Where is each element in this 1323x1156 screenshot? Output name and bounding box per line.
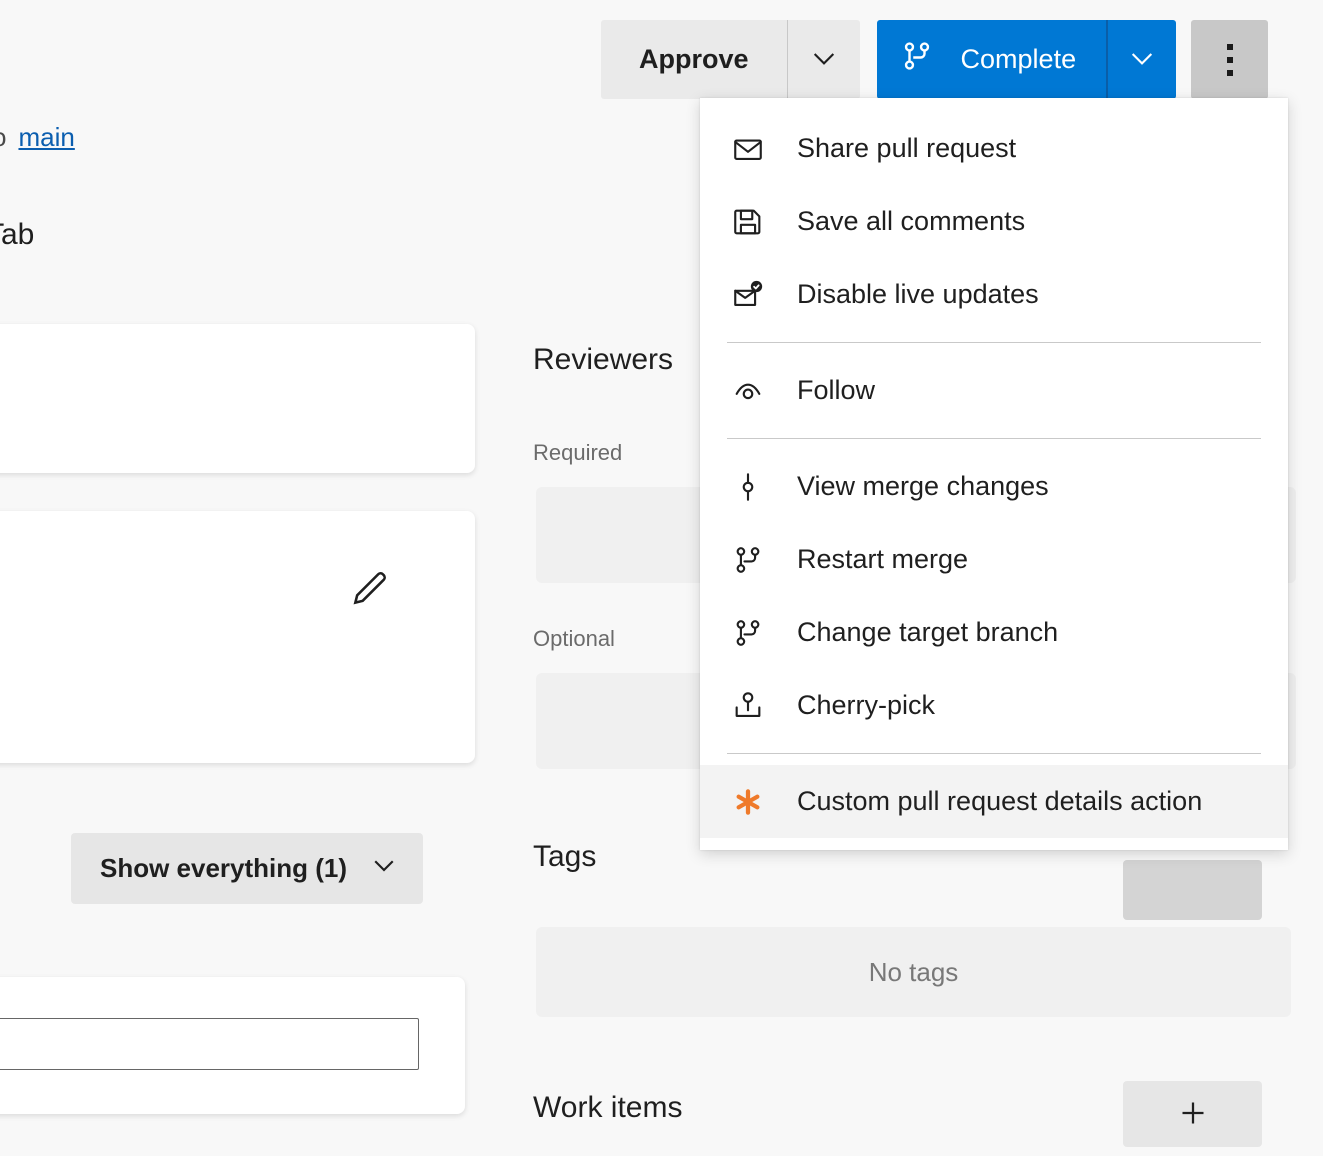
menu-item-view-merge-changes[interactable]: View merge changes <box>700 450 1288 523</box>
show-everything-dropdown[interactable]: Show everything (1) <box>71 833 423 904</box>
kebab-dot <box>1227 70 1233 76</box>
menu-item-custom-pull-request-details-action[interactable]: Custom pull request details action <box>700 765 1288 838</box>
chevron-down-icon <box>1126 42 1158 77</box>
complete-split-button: Complete <box>877 20 1177 99</box>
branch-icon <box>899 38 935 81</box>
menu-item-label: Disable live updates <box>797 279 1039 310</box>
menu-separator <box>727 342 1261 343</box>
menu-separator <box>727 753 1261 754</box>
menu-item-label: Share pull request <box>797 133 1016 164</box>
branch-icon <box>729 541 767 579</box>
save-icon <box>729 203 767 241</box>
menu-item-label: Follow <box>797 375 875 406</box>
pencil-icon[interactable] <box>348 566 392 610</box>
kebab-dot <box>1227 44 1233 50</box>
complete-button-label: Complete <box>961 44 1077 75</box>
required-reviewers-label: Required <box>533 440 622 466</box>
work-items-heading: Work items <box>533 1091 682 1125</box>
mail-icon <box>729 130 767 168</box>
target-branch-link[interactable]: main <box>18 122 74 153</box>
menu-item-change-target-branch[interactable]: Change target branch <box>700 596 1288 669</box>
pull-request-page: o main Tab Show everything (1) Reviewers… <box>0 0 1323 1156</box>
menu-item-label: Save all comments <box>797 206 1025 237</box>
asterisk-icon <box>729 783 767 821</box>
menu-item-label: Change target branch <box>797 617 1058 648</box>
content-card-top <box>0 324 475 473</box>
pr-action-toolbar: Approve <box>601 20 1268 99</box>
branch-icon <box>729 614 767 652</box>
menu-item-label: Cherry-pick <box>797 690 935 721</box>
complete-dropdown-toggle[interactable] <box>1106 20 1176 99</box>
show-everything-label: Show everything (1) <box>100 853 347 884</box>
menu-separator <box>727 438 1261 439</box>
plus-icon <box>1175 1095 1211 1134</box>
chevron-down-icon <box>808 42 840 77</box>
menu-item-label: Custom pull request details action <box>797 786 1202 817</box>
pr-overflow-menu: Share pull request Save all comments Disab… <box>700 98 1288 850</box>
reviewers-heading: Reviewers <box>533 343 673 377</box>
comment-input[interactable] <box>0 1018 419 1070</box>
approve-button[interactable]: Approve <box>601 20 787 99</box>
tags-heading: Tags <box>533 840 596 874</box>
complete-button[interactable]: Complete <box>877 20 1107 99</box>
tab-label: Tab <box>0 218 34 252</box>
optional-reviewers-label: Optional <box>533 626 615 652</box>
no-tags-message: No tags <box>536 927 1291 1017</box>
approve-split-button: Approve <box>601 20 860 99</box>
kebab-dot <box>1227 57 1233 63</box>
content-card-middle <box>0 511 475 763</box>
approve-dropdown-toggle[interactable] <box>787 20 860 99</box>
menu-item-label: Restart merge <box>797 544 968 575</box>
merge-prefix-text: o <box>0 122 6 153</box>
mail-refresh-icon <box>729 276 767 314</box>
more-options-button[interactable] <box>1191 20 1268 99</box>
merge-target-line: o main <box>0 122 75 153</box>
commit-icon <box>729 468 767 506</box>
eye-icon <box>729 372 767 410</box>
menu-item-follow[interactable]: Follow <box>700 354 1288 427</box>
add-tag-button[interactable] <box>1123 860 1262 920</box>
menu-item-save-all-comments[interactable]: Save all comments <box>700 185 1288 258</box>
menu-item-share-pull-request[interactable]: Share pull request <box>700 112 1288 185</box>
menu-item-restart-merge[interactable]: Restart merge <box>700 523 1288 596</box>
chevron-down-icon <box>369 850 399 887</box>
cherry-pick-icon <box>729 687 767 725</box>
add-work-item-button[interactable] <box>1123 1081 1262 1147</box>
menu-item-cherry-pick[interactable]: Cherry-pick <box>700 669 1288 742</box>
menu-item-label: View merge changes <box>797 471 1049 502</box>
menu-item-disable-live-updates[interactable]: Disable live updates <box>700 258 1288 331</box>
